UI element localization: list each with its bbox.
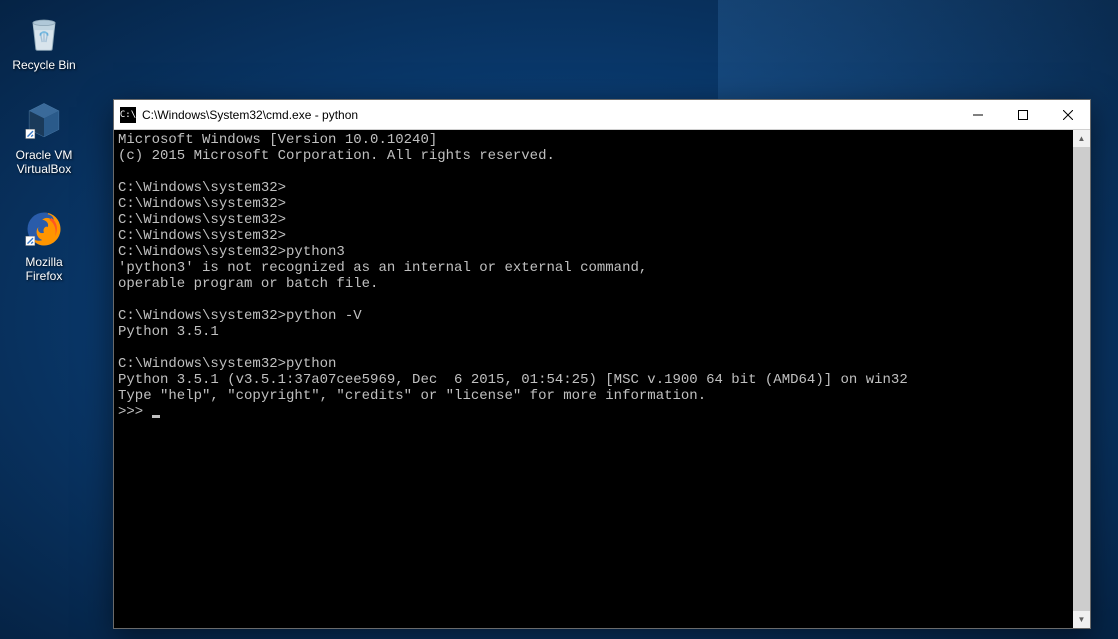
- cmd-icon: C:\: [120, 107, 136, 123]
- scroll-up-button[interactable]: ▲: [1073, 130, 1090, 147]
- scroll-thumb[interactable]: [1073, 147, 1090, 611]
- terminal-content: Microsoft Windows [Version 10.0.10240] (…: [114, 130, 1090, 422]
- recyclebin-icon: [20, 8, 68, 56]
- cursor: [152, 415, 160, 418]
- desktop-icon-virtualbox[interactable]: Oracle VM VirtualBox: [6, 98, 82, 177]
- close-button[interactable]: [1045, 100, 1090, 129]
- window-title: C:\Windows\System32\cmd.exe - python: [142, 108, 955, 122]
- title-bar[interactable]: C:\ C:\Windows\System32\cmd.exe - python: [114, 100, 1090, 130]
- maximize-button[interactable]: [1000, 100, 1045, 129]
- terminal-body[interactable]: Microsoft Windows [Version 10.0.10240] (…: [114, 130, 1090, 628]
- desktop-icon-firefox[interactable]: Mozilla Firefox: [6, 205, 82, 284]
- firefox-icon: [20, 205, 68, 253]
- minimize-button[interactable]: [955, 100, 1000, 129]
- scrollbar[interactable]: ▲ ▼: [1073, 130, 1090, 628]
- desktop-icon-label: Oracle VM VirtualBox: [6, 148, 82, 177]
- virtualbox-icon: [20, 98, 68, 146]
- desktop-icon-label: Mozilla Firefox: [6, 255, 82, 284]
- scroll-track[interactable]: [1073, 147, 1090, 611]
- desktop-icon-recyclebin[interactable]: Recycle Bin: [6, 8, 82, 72]
- cmd-window: C:\ C:\Windows\System32\cmd.exe - python…: [113, 99, 1091, 629]
- scroll-down-button[interactable]: ▼: [1073, 611, 1090, 628]
- desktop-icon-label: Recycle Bin: [12, 58, 75, 72]
